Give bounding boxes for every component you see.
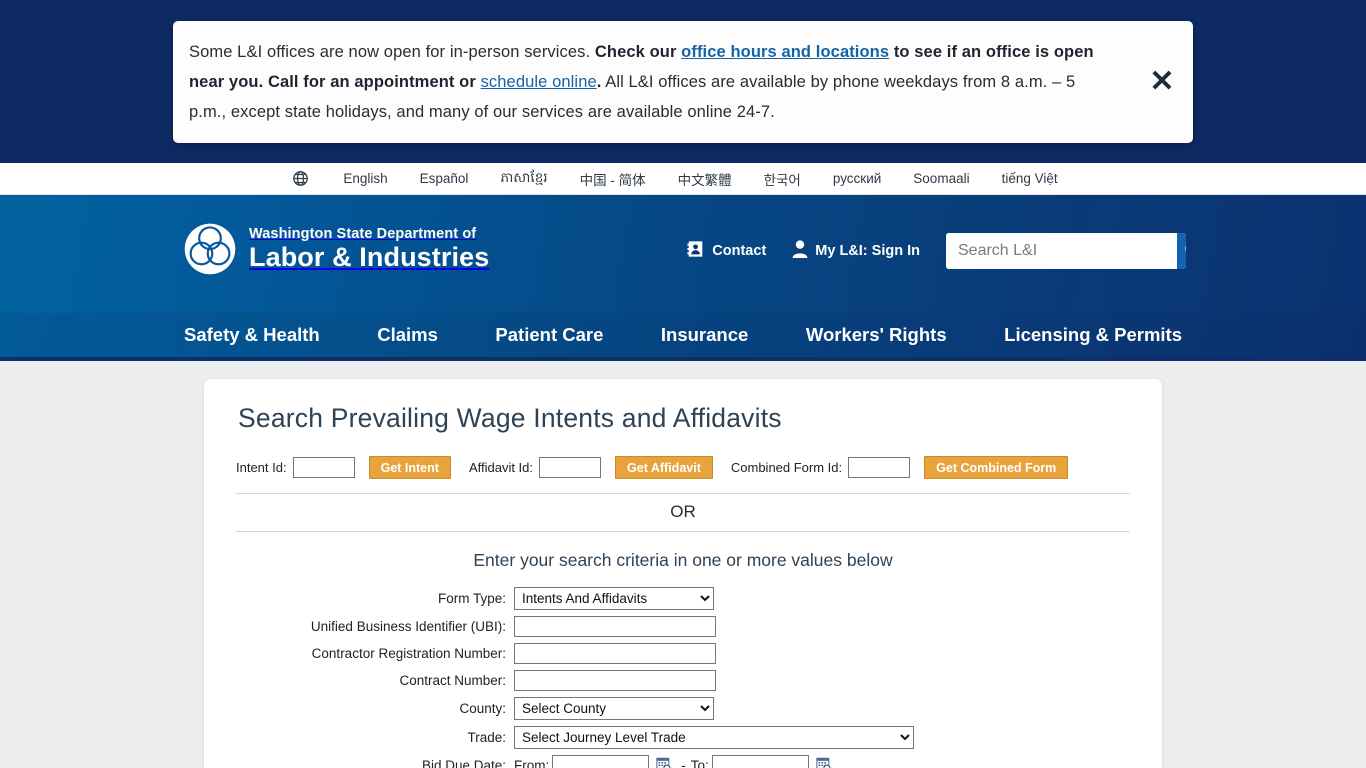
- contractor-registration-input[interactable]: [514, 643, 716, 664]
- combined-form-id-label: Combined Form Id:: [730, 460, 843, 475]
- affidavit-id-input[interactable]: [539, 457, 602, 478]
- form-row-ubi: Unified Business Identifier (UBI):: [236, 616, 1130, 637]
- schedule-online-link[interactable]: schedule online: [481, 73, 597, 91]
- form-row-county: County: Select County: [236, 697, 1130, 720]
- nav-item-workers-rights[interactable]: Workers' Rights: [806, 324, 947, 346]
- county-select[interactable]: Select County: [514, 697, 714, 720]
- bid-due-from-label: From:: [514, 758, 550, 768]
- form-row-contractor-registration: Contractor Registration Number:: [236, 643, 1130, 664]
- signin-link[interactable]: My L&I: Sign In: [792, 240, 920, 262]
- page-title: Search Prevailing Wage Intents and Affid…: [238, 403, 782, 433]
- lang-english[interactable]: English: [327, 171, 403, 186]
- alert-text-2: Check our: [594, 43, 682, 61]
- criteria-heading: Enter your search criteria in one or mor…: [473, 550, 893, 570]
- contractor-registration-label: Contractor Registration Number:: [311, 646, 506, 661]
- site-header: Washington State Department of Labor & I…: [0, 195, 1366, 313]
- bid-due-to-label: To:: [690, 758, 709, 768]
- globe-icon: [292, 170, 309, 187]
- nav-item-claims[interactable]: Claims: [377, 324, 438, 346]
- close-icon[interactable]: ✕: [1131, 21, 1193, 143]
- calendar-picker-icon[interactable]: [656, 757, 673, 768]
- alert-text-1: Some L&I offices are now open for in-per…: [189, 43, 595, 61]
- nav-item-patient-care[interactable]: Patient Care: [495, 324, 603, 346]
- get-intent-button[interactable]: Get Intent: [368, 456, 451, 479]
- search-input[interactable]: [946, 233, 1177, 269]
- or-divider-text: OR: [236, 494, 1130, 532]
- content-area: Search Prevailing Wage Intents and Affid…: [0, 361, 1366, 768]
- form-type-label: Form Type:: [437, 591, 506, 606]
- form-row-trade: Trade: Select Journey Level Trade: [236, 726, 1130, 749]
- contact-link[interactable]: Contact: [687, 240, 766, 262]
- main-navigation: Safety & Health Claims Patient Care Insu…: [0, 313, 1366, 361]
- nav-item-insurance[interactable]: Insurance: [661, 324, 748, 346]
- logo-line-2: Labor & Industries: [249, 242, 490, 273]
- logo-line-1: Washington State Department of: [249, 225, 477, 242]
- person-icon: [792, 240, 808, 262]
- site-logo[interactable]: Washington State Department of Labor & I…: [183, 222, 489, 276]
- site-search: [946, 233, 1186, 269]
- ubi-input[interactable]: [514, 616, 716, 637]
- search-criteria-form: Form Type: Intents And Affidavits Unifie…: [236, 587, 1130, 768]
- bid-due-to-input[interactable]: [711, 755, 809, 768]
- signin-label: My L&I: Sign In: [815, 243, 920, 259]
- lang-vietnamese[interactable]: tiếng Việt: [986, 171, 1074, 186]
- nav-item-safety-health[interactable]: Safety & Health: [184, 324, 320, 346]
- contract-number-input[interactable]: [514, 670, 716, 691]
- combined-form-id-input[interactable]: [848, 457, 911, 478]
- contact-label: Contact: [712, 243, 767, 259]
- lang-chinese-traditional[interactable]: 中文繁體: [662, 169, 748, 189]
- form-row-bid-due-date: Bid Due Date: From: - To:: [236, 755, 1130, 768]
- nav-item-licensing-permits[interactable]: Licensing & Permits: [1004, 324, 1182, 346]
- site-alert-banner: Some L&I offices are now open for in-per…: [173, 21, 1193, 143]
- form-row-form-type: Form Type: Intents And Affidavits: [236, 587, 1130, 610]
- county-label: County:: [459, 701, 506, 716]
- bid-due-from-input[interactable]: [552, 755, 650, 768]
- language-bar: English Español ភាសាខ្មែរ 中国 - 简体 中文繁體 한…: [0, 163, 1366, 195]
- quick-lookup-row: Intent Id: Get Intent Affidavit Id: Get …: [236, 456, 1130, 494]
- get-affidavit-button[interactable]: Get Affidavit: [615, 456, 713, 479]
- trade-label: Trade:: [467, 730, 506, 745]
- form-type-select[interactable]: Intents And Affidavits: [514, 587, 714, 610]
- lang-korean[interactable]: 한국어: [748, 169, 817, 189]
- alert-backdrop: Some L&I offices are now open for in-per…: [0, 0, 1366, 163]
- calendar-picker-icon[interactable]: [816, 757, 833, 768]
- lang-espanol[interactable]: Español: [404, 171, 485, 186]
- search-button[interactable]: [1177, 233, 1186, 269]
- trade-select[interactable]: Select Journey Level Trade: [514, 726, 914, 749]
- search-icon: [1183, 239, 1186, 264]
- lang-chinese-simplified[interactable]: 中国 - 简体: [564, 169, 662, 189]
- li-venn-logo: [184, 223, 236, 275]
- intent-id-input[interactable]: [292, 457, 355, 478]
- date-range-dash: -: [681, 758, 686, 768]
- contract-number-label: Contract Number:: [399, 673, 506, 688]
- lang-somali[interactable]: Soomaali: [897, 171, 985, 186]
- search-card: Search Prevailing Wage Intents and Affid…: [204, 379, 1162, 768]
- alert-message: Some L&I offices are now open for in-per…: [173, 25, 1131, 139]
- form-row-contract-number: Contract Number:: [236, 670, 1130, 691]
- intent-id-label: Intent Id:: [236, 460, 287, 475]
- ubi-label: Unified Business Identifier (UBI):: [310, 619, 506, 634]
- header-utility-nav: Contact My L&I: Sign In: [687, 233, 1186, 269]
- affidavit-id-label: Affidavit Id:: [468, 460, 534, 475]
- logo-text: Washington State Department of Labor & I…: [249, 227, 489, 272]
- lang-khmer[interactable]: ភាសាខ្មែរ: [484, 169, 563, 189]
- office-hours-link[interactable]: office hours and locations: [681, 43, 889, 61]
- lang-russian[interactable]: русский: [817, 171, 897, 186]
- get-combined-form-button[interactable]: Get Combined Form: [924, 456, 1069, 479]
- address-book-icon: [687, 240, 705, 262]
- bid-due-date-label: Bid Due Date:: [421, 758, 506, 768]
